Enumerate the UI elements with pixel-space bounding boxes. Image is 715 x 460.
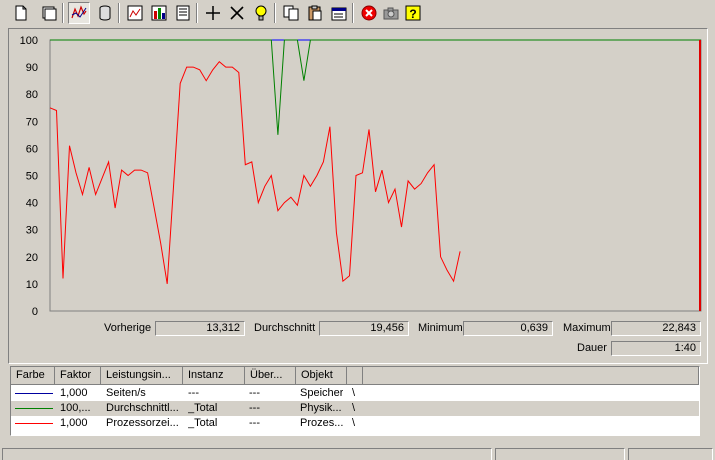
- y-tick-label: 90: [26, 62, 38, 74]
- camera-icon: [383, 7, 399, 20]
- column-header-scale[interactable]: Faktor: [55, 367, 101, 385]
- y-tick-label: 20: [26, 252, 38, 264]
- status-pane-3: [628, 448, 713, 460]
- y-tick-label: 60: [26, 143, 38, 155]
- duration-label: Dauer: [577, 342, 607, 354]
- legend-row[interactable]: 1,000 Seiten/s --- --- Speicher \: [11, 386, 699, 401]
- object-value: Speicher: [300, 387, 344, 399]
- view-graph-button[interactable]: [68, 2, 90, 24]
- y-tick-label: 50: [26, 171, 38, 183]
- y-tick-label: 0: [32, 306, 38, 318]
- performance-chart: 1009080706050403020100: [20, 35, 702, 318]
- y-tick-label: 80: [26, 89, 38, 101]
- help-icon: ?: [405, 5, 421, 21]
- series-color-swatch: [15, 393, 53, 394]
- object-value: Physik...: [300, 402, 342, 414]
- report-view-button[interactable]: [172, 2, 194, 24]
- delete-counter-button[interactable]: [226, 2, 248, 24]
- parent-value: ---: [249, 387, 260, 399]
- report-icon: [176, 5, 190, 21]
- column-header-instance[interactable]: Instanz: [183, 367, 245, 385]
- y-tick-label: 10: [26, 279, 38, 291]
- legend-row[interactable]: 1,000 Prozessorzei... _Total --- Prozes.…: [11, 416, 699, 431]
- parent-value: ---: [249, 417, 260, 429]
- maximum-value: 22,843: [611, 321, 701, 336]
- last-value: 13,312: [155, 321, 245, 336]
- column-header-counter[interactable]: Leistungsin...: [101, 367, 183, 385]
- instance-value: _Total: [188, 402, 218, 414]
- duration-value: 1:40: [611, 341, 701, 356]
- copy-properties-icon: [283, 5, 299, 21]
- status-pane-2: [495, 448, 625, 460]
- object-value: Prozes...: [300, 417, 344, 429]
- counter-name: Seiten/s: [106, 387, 146, 399]
- copy-properties-button[interactable]: [280, 2, 302, 24]
- counter-name: Prozessorzei...: [106, 417, 179, 429]
- add-counter-button[interactable]: [202, 2, 224, 24]
- freeze-display-icon: [361, 5, 377, 21]
- add-counter-icon: [206, 6, 220, 20]
- instance-value: _Total: [188, 417, 218, 429]
- y-tick-label: 40: [26, 198, 38, 210]
- computer-value: \: [352, 417, 356, 429]
- help-button[interactable]: ?: [402, 2, 424, 24]
- scale-value: 1,000: [60, 387, 88, 399]
- chart-window-icon: [127, 5, 143, 21]
- computer-value: \: [352, 402, 356, 414]
- properties-button[interactable]: [328, 2, 350, 24]
- toolbar: ?: [0, 0, 715, 26]
- column-header-filler: [363, 367, 699, 385]
- series-color-swatch: [15, 408, 53, 409]
- minimum-label: Minimum: [418, 322, 463, 334]
- freeze-display-button[interactable]: [358, 2, 380, 24]
- scale-value: 1,000: [60, 417, 88, 429]
- scale-value: 100,...: [60, 402, 91, 414]
- last-label: Vorherige: [104, 322, 152, 334]
- counter-name: Durchschnittl...: [106, 402, 179, 414]
- y-tick-label: 100: [20, 35, 38, 47]
- y-tick-label: 30: [26, 225, 38, 237]
- view-report-button[interactable]: [124, 2, 146, 24]
- column-header-parent[interactable]: Über...: [245, 367, 296, 385]
- counter-legend: Farbe Faktor Leistungsin... Instanz Über…: [10, 366, 700, 436]
- clear-display-button[interactable]: [38, 2, 60, 24]
- average-value: 19,456: [319, 321, 409, 336]
- average-label: Durchschnitt: [254, 322, 316, 334]
- delete-counter-icon: [230, 6, 244, 20]
- computer-value: \: [352, 387, 356, 399]
- status-bar: [0, 447, 715, 460]
- column-header-object[interactable]: Objekt: [296, 367, 347, 385]
- minimum-value: 0,639: [463, 321, 553, 336]
- clear-display-icon: [42, 6, 57, 21]
- highlight-icon: [255, 5, 267, 21]
- properties-icon: [331, 7, 347, 21]
- new-counter-set-icon: [15, 5, 27, 21]
- y-tick-label: 70: [26, 116, 38, 128]
- paste-counter-list-button[interactable]: [304, 2, 326, 24]
- view-histogram-button[interactable]: [94, 2, 116, 24]
- series-color-swatch: [15, 423, 53, 424]
- new-counter-set-button[interactable]: [10, 2, 32, 24]
- histogram-view-button[interactable]: [148, 2, 170, 24]
- graph-panel: 100 90 80 70 60 50 40 30 20 10 0: [8, 28, 708, 364]
- instance-value: ---: [188, 387, 199, 399]
- column-header-color[interactable]: Farbe: [11, 367, 55, 385]
- paste-counter-list-icon: [308, 5, 322, 21]
- update-data-button[interactable]: [380, 2, 402, 24]
- bar-chart-icon: [151, 5, 167, 21]
- column-header-computer[interactable]: [347, 367, 363, 385]
- maximum-label: Maximum: [563, 322, 611, 334]
- parent-value: ---: [249, 402, 260, 414]
- svg-text:?: ?: [409, 7, 416, 21]
- status-pane-main: [2, 448, 492, 460]
- legend-row[interactable]: 100,... Durchschnittl... _Total --- Phys…: [11, 401, 699, 416]
- view-histogram-icon: [99, 5, 111, 21]
- highlight-button[interactable]: [250, 2, 272, 24]
- view-graph-icon: [71, 5, 87, 19]
